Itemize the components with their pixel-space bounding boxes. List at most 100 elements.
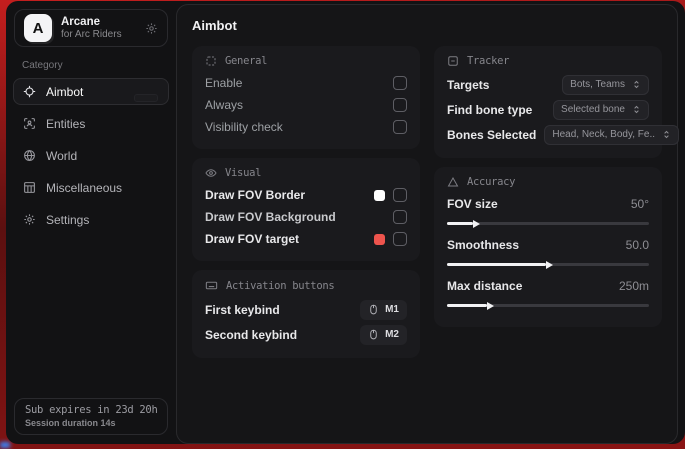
slider-group-fov-size: FOV size 50° — [447, 193, 649, 225]
session-duration-text: Session duration 14s — [25, 418, 157, 428]
app-subtitle: for Arc Riders — [61, 29, 122, 42]
smoothness-slider[interactable] — [447, 263, 649, 266]
keybind-value: M1 — [385, 304, 399, 315]
activation-buttons-card: Activation buttons First keybind M1 — [192, 270, 420, 358]
setting-row-fov-background: Draw FOV Background — [205, 206, 407, 228]
setting-row-fov-border: Draw FOV Border — [205, 184, 407, 206]
app-title-block: Arcane for Arc Riders — [61, 15, 122, 42]
sub-expiry-text: Sub expires in 23d 20h — [25, 404, 157, 416]
general-card: General Enable Always Visibility check — [192, 46, 420, 149]
expand-arrows-icon — [632, 105, 641, 114]
crosshair-icon — [23, 85, 36, 98]
setting-label: Draw FOV Border — [205, 188, 305, 202]
find-bone-type-dropdown[interactable]: Selected bone — [553, 100, 649, 120]
page-title: Aimbot — [192, 18, 662, 33]
sidebar-item-label: World — [46, 149, 77, 163]
sidebar: A Arcane for Arc Riders Category — [6, 1, 176, 444]
setting-row-targets: Targets Bots, Teams — [447, 72, 649, 97]
sidebar-item-world[interactable]: World — [13, 142, 169, 169]
card-title: Accuracy — [467, 176, 515, 188]
setting-row-enable: Enable — [205, 72, 407, 94]
setting-row-visibility-check: Visibility check — [205, 116, 407, 138]
first-keybind-button[interactable]: M1 — [360, 300, 407, 320]
dropdown-value: Head, Neck, Body, Fe.. — [552, 129, 655, 140]
entity-scan-icon — [23, 117, 36, 130]
grid-table-icon — [23, 181, 36, 194]
sidebar-item-label: Aimbot — [46, 85, 83, 99]
app-logo: A — [24, 14, 52, 42]
bones-selected-dropdown[interactable]: Head, Neck, Body, Fe.. — [544, 125, 679, 145]
sidebar-item-label: Settings — [46, 213, 89, 227]
app-header-card: A Arcane for Arc Riders — [14, 9, 168, 47]
setting-label: Bones Selected — [447, 128, 536, 142]
setting-label: Smoothness — [447, 238, 519, 252]
globe-icon — [23, 149, 36, 162]
setting-row-bones-selected: Bones Selected Head, Neck, Body, Fe.. — [447, 122, 649, 147]
gear-icon[interactable] — [145, 22, 158, 35]
triangle-icon — [447, 176, 459, 188]
fov-border-color-swatch[interactable] — [374, 190, 385, 201]
scan-box-icon — [447, 55, 459, 67]
fov-border-checkbox[interactable] — [393, 188, 407, 202]
always-checkbox[interactable] — [393, 98, 407, 112]
setting-label: Draw FOV target — [205, 232, 299, 246]
max-distance-slider[interactable] — [447, 304, 649, 307]
sidebar-item-miscellaneous[interactable]: Miscellaneous — [13, 174, 169, 201]
setting-label: Visibility check — [205, 120, 283, 134]
card-title: Activation buttons — [226, 280, 334, 292]
card-title: Visual — [225, 167, 261, 179]
setting-row-second-keybind: Second keybind M2 — [205, 322, 407, 347]
slider-value: 50.0 — [626, 238, 649, 252]
slider-fill — [447, 222, 473, 225]
keyboard-icon — [205, 279, 218, 292]
sidebar-nav: Aimbot Entities — [6, 78, 176, 233]
slider-group-smoothness: Smoothness 50.0 — [447, 234, 649, 266]
setting-label: First keybind — [205, 303, 280, 317]
accuracy-card: Accuracy FOV size 50° Smoothness — [434, 167, 662, 327]
fov-background-checkbox[interactable] — [393, 210, 407, 224]
dropdown-value: Bots, Teams — [570, 79, 625, 90]
expand-arrows-icon — [662, 130, 671, 139]
setting-label: Find bone type — [447, 103, 532, 117]
slider-value: 250m — [619, 279, 649, 293]
slider-fill — [447, 304, 487, 307]
subscription-info-card: Sub expires in 23d 20h Session duration … — [14, 398, 168, 435]
tracker-card: Tracker Targets Bots, Teams — [434, 46, 662, 158]
slider-group-max-distance: Max distance 250m — [447, 275, 649, 307]
targets-dropdown[interactable]: Bots, Teams — [562, 75, 649, 95]
sidebar-item-settings[interactable]: Settings — [13, 206, 169, 233]
expand-arrows-icon — [632, 80, 641, 89]
keybind-value: M2 — [385, 329, 399, 340]
sidebar-item-entities[interactable]: Entities — [13, 110, 169, 137]
sidebar-item-aimbot[interactable]: Aimbot — [13, 78, 169, 105]
eye-icon — [205, 167, 217, 179]
dropdown-value: Selected bone — [561, 104, 625, 115]
sidebar-item-label: Entities — [46, 117, 85, 131]
keybind-hint-badge — [134, 94, 158, 102]
sidebar-item-label: Miscellaneous — [46, 181, 122, 195]
setting-row-fov-target: Draw FOV target — [205, 228, 407, 250]
mouse-icon — [368, 304, 379, 315]
left-column: General Enable Always Visibility check — [192, 46, 420, 358]
visual-card: Visual Draw FOV Border Draw FOV Backgrou… — [192, 158, 420, 261]
setting-label: Targets — [447, 78, 489, 92]
second-keybind-button[interactable]: M2 — [360, 325, 407, 345]
gear-icon — [23, 213, 36, 226]
setting-label: Always — [205, 98, 243, 112]
setting-label: Second keybind — [205, 328, 297, 342]
slider-value: 50° — [631, 197, 649, 211]
main-panel: Aimbot General Enable — [176, 4, 678, 444]
fov-target-color-swatch[interactable] — [374, 234, 385, 245]
category-label: Category — [22, 60, 160, 71]
slider-fill — [447, 263, 546, 266]
fov-target-checkbox[interactable] — [393, 232, 407, 246]
enable-checkbox[interactable] — [393, 76, 407, 90]
visibility-check-checkbox[interactable] — [393, 120, 407, 134]
fov-size-slider[interactable] — [447, 222, 649, 225]
app-name: Arcane — [61, 15, 122, 29]
setting-row-first-keybind: First keybind M1 — [205, 297, 407, 322]
app-window: A Arcane for Arc Riders Category — [6, 1, 685, 444]
mouse-icon — [368, 329, 379, 340]
setting-label: Enable — [205, 76, 242, 90]
setting-row-find-bone-type: Find bone type Selected bone — [447, 97, 649, 122]
